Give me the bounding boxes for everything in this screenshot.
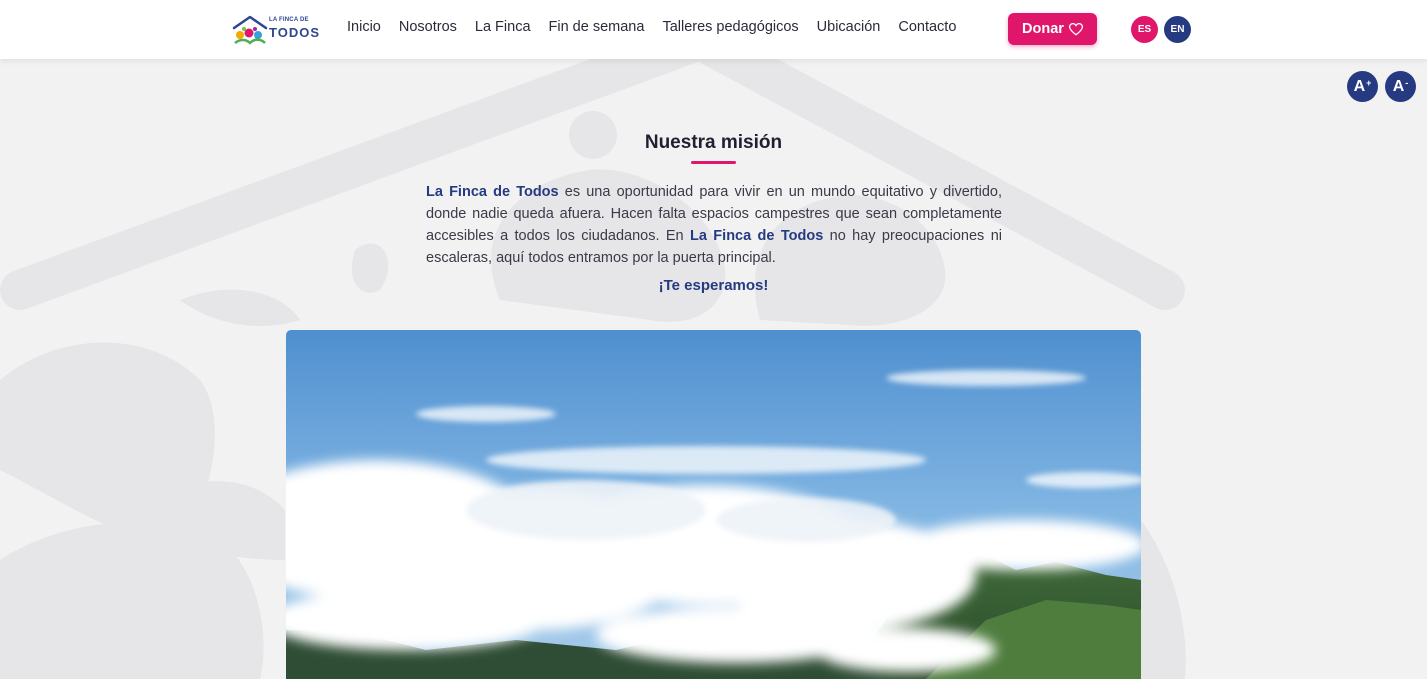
decrease-font-button[interactable]: A- (1385, 71, 1416, 102)
language-es-button[interactable]: ES (1131, 16, 1158, 43)
site-logo[interactable]: LA FINCA DE TODOS (231, 14, 319, 46)
nav-contacto[interactable]: Contacto (898, 19, 956, 35)
brand-name: La Finca de Todos (426, 184, 559, 200)
title-underline (691, 161, 736, 164)
language-en-button[interactable]: EN (1164, 16, 1191, 43)
brand-name: La Finca de Todos (690, 228, 824, 244)
main-nav: Inicio Nosotros La Finca Fin de semana T… (347, 19, 956, 35)
logo-text-top: LA FINCA DE (269, 17, 309, 23)
mountain-photo (286, 330, 1141, 679)
nav-nosotros[interactable]: Nosotros (399, 19, 457, 35)
nav-ubicacion[interactable]: Ubicación (817, 19, 881, 35)
nav-talleres[interactable]: Talleres pedagógicos (662, 19, 798, 35)
increase-font-button[interactable]: A + (1347, 71, 1378, 102)
nav-la-finca[interactable]: La Finca (475, 19, 531, 35)
minus-icon: - (1405, 77, 1409, 88)
plus-icon: + (1366, 77, 1372, 88)
logo-text-main: TODOS (269, 25, 320, 40)
nav-fin-de-semana[interactable]: Fin de semana (549, 19, 645, 35)
donate-label: Donar (1022, 21, 1064, 37)
nav-inicio[interactable]: Inicio (347, 19, 381, 35)
mountains-with-clouds-image (286, 330, 1141, 679)
heart-icon (1068, 22, 1083, 36)
section-title: Nuestra misión (644, 132, 783, 153)
increase-font-label: A (1353, 77, 1366, 95)
donate-button[interactable]: Donar (1008, 13, 1097, 45)
site-header: LA FINCA DE TODOS Inicio Nosotros La Fin… (0, 0, 1427, 59)
welcome-message: ¡Te esperamos! (658, 277, 769, 294)
house-logo-icon (232, 15, 268, 45)
decrease-font-label: A (1392, 77, 1405, 95)
mission-paragraph: La Finca de Todos es una oportunidad par… (426, 181, 1002, 269)
